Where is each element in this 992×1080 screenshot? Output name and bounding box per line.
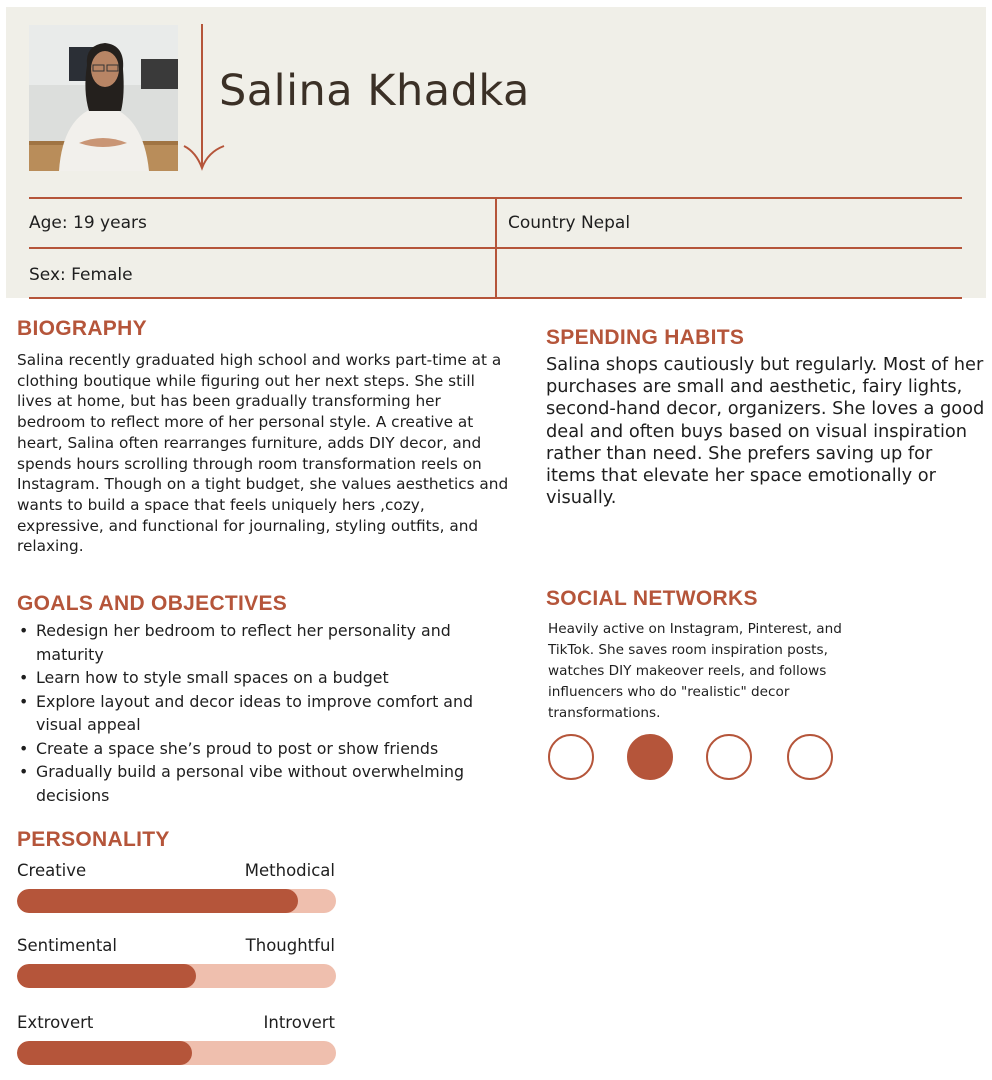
goals-list: • Redesign her bedroom to reflect her per… [17,619,509,807]
bullet-icon: • [19,691,29,711]
biography-heading: BIOGRAPHY [17,317,147,340]
trait-bar-fill [17,964,196,988]
list-item: • Redesign her bedroom to reflect her per… [19,621,451,664]
list-item: • Create a space she’s proud to post or s… [17,737,509,761]
bullet-icon: • [19,621,29,640]
table-column-divider [495,197,497,298]
trait-bar [17,889,336,913]
trait-right-label: Introvert [263,1013,335,1032]
trait-bar-fill [17,889,298,913]
social-indicator-circle [787,734,833,780]
sex-field: Sex: Female [29,265,133,285]
social-indicator-circle [706,734,752,780]
list-item: • Explore layout and decor ideas to impro… [19,691,474,735]
bullet-icon: • [19,668,29,687]
profile-photo [29,25,178,171]
country-field: Country Nepal [508,213,631,233]
trait-right-label: Methodical [244,861,335,880]
trait-bar-fill [17,1041,193,1065]
age-field: Age: 19 years [29,213,147,233]
social-indicator-circle [548,734,594,780]
social-text: Heavily active on Instagram, Pinterest, … [548,621,842,721]
trait-left-label: Creative [17,861,87,880]
spending-text: Salina shops cautiously but regularly. M… [546,354,985,509]
bullet-icon: • [19,762,29,781]
social-indicator-circle [627,734,673,780]
persona-name: Salina Khadka [219,66,530,116]
trait-left-label: Extrovert [17,1013,94,1032]
trait-bar [17,1041,336,1065]
trait-right-label: Thoughtful [245,936,335,955]
spending-heading: SPENDING HABITS [546,326,745,349]
list-item: • Gradually build a personal vibe without… [19,762,465,805]
personality-heading: PERSONALITY [17,828,170,851]
list-item: • Learn how to style small spaces on a bu… [17,666,509,690]
trait-bar [17,964,336,988]
goals-heading: GOALS AND OBJECTIVES [17,592,288,615]
biography-text: Salina recently graduated high school an… [17,351,509,556]
social-heading: SOCIAL NETWORKS [546,587,758,610]
social-indicators [548,734,848,786]
bullet-icon: • [19,738,29,758]
trait-left-label: Sentimental [17,936,117,955]
